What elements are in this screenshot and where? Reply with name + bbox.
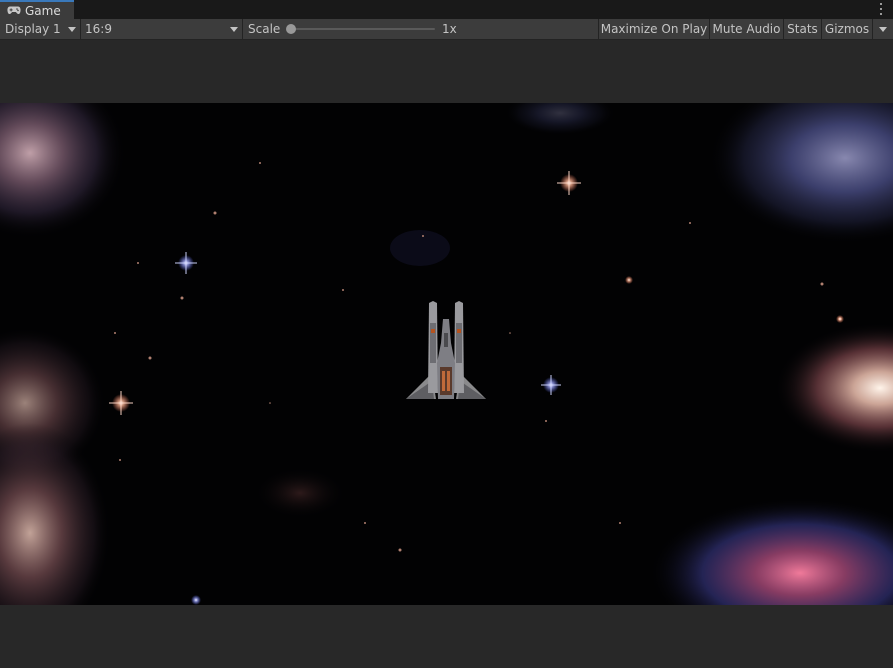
chevron-down-icon <box>68 27 76 32</box>
tab-game[interactable]: Game <box>0 0 74 19</box>
chevron-down-icon <box>879 27 887 32</box>
star-small-5 <box>625 276 633 284</box>
chevron-down-icon <box>230 27 238 32</box>
more-options-icon[interactable] <box>879 2 883 16</box>
star-small-6 <box>191 595 201 605</box>
maximize-on-play-toggle[interactable]: Maximize On Play <box>599 19 710 39</box>
game-toolbar: Display 1 16:9 Scale 1x Maximize On Play… <box>0 19 893 40</box>
gizmos-dropdown[interactable] <box>873 19 893 39</box>
scale-label: Scale <box>248 22 281 36</box>
game-view-area <box>0 40 893 668</box>
scale-value: 1x <box>442 22 457 36</box>
display-dropdown[interactable]: Display 1 <box>0 19 81 39</box>
display-dropdown-label: Display 1 <box>5 22 61 36</box>
game-window: Game Display 1 16:9 Scale 1x Maximize On… <box>0 0 893 668</box>
space-background <box>0 103 893 605</box>
gizmos-label: Gizmos <box>824 22 870 36</box>
stats-toggle[interactable]: Stats <box>784 19 822 39</box>
gamepad-icon <box>7 6 21 16</box>
stats-label: Stats <box>787 22 818 36</box>
game-viewport[interactable] <box>0 103 893 605</box>
tab-label: Game <box>25 3 61 18</box>
scale-control: Scale 1x <box>243 19 599 39</box>
scale-slider-thumb[interactable] <box>286 24 296 34</box>
maximize-on-play-label: Maximize On Play <box>600 22 708 36</box>
gizmos-toggle[interactable]: Gizmos <box>822 19 873 39</box>
tab-strip: Game <box>0 0 893 19</box>
mute-audio-toggle[interactable]: Mute Audio <box>710 19 784 39</box>
mute-audio-label: Mute Audio <box>712 22 781 36</box>
star-small-7 <box>836 315 844 323</box>
scale-slider-track[interactable] <box>290 28 435 30</box>
aspect-ratio-label: 16:9 <box>85 22 112 36</box>
aspect-ratio-dropdown[interactable]: 16:9 <box>81 19 243 39</box>
